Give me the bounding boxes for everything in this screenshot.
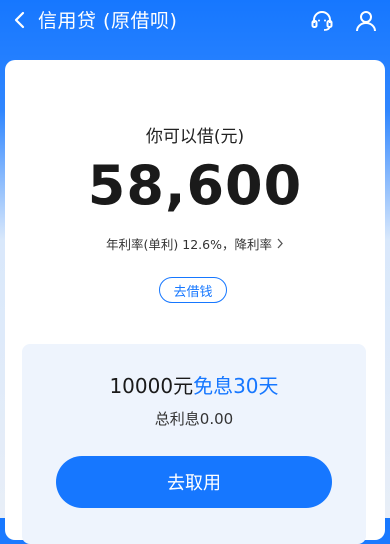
page-title: 信用贷 (原借呗): [38, 10, 178, 32]
back-button[interactable]: [6, 6, 34, 34]
use-button[interactable]: 去取用: [56, 456, 332, 508]
interest-rate-text: 年利率(单利) 12.6%，降利率: [106, 237, 272, 252]
promo-panel: 10000元免息30天 总利息0.00 去取用: [22, 344, 366, 544]
total-interest: 总利息0.00: [154, 410, 234, 428]
available-amount-label: 你可以借(元): [145, 127, 245, 147]
headset-icon: [311, 11, 333, 31]
promo-title: 10000元免息30天: [22, 370, 366, 399]
interest-rate-link[interactable]: 年利率(单利) 12.6%，降利率: [5, 234, 385, 253]
available-amount: 58,600: [87, 154, 303, 217]
user-icon: [356, 11, 376, 32]
loan-card: 你可以借(元) 58,600 年利率(单利) 12.6%，降利率 去借钱 100…: [5, 60, 385, 544]
customer-service-button[interactable]: [308, 7, 336, 35]
chevron-right-icon: [276, 238, 284, 249]
promo-highlight: 免息30天: [193, 374, 279, 398]
top-nav-bar: 信用贷 (原借呗): [0, 0, 390, 44]
borrow-money-button[interactable]: 去借钱: [159, 277, 227, 303]
chevron-left-icon: [14, 11, 25, 29]
promo-amount: 10000元: [109, 374, 194, 398]
profile-button[interactable]: [352, 7, 380, 35]
